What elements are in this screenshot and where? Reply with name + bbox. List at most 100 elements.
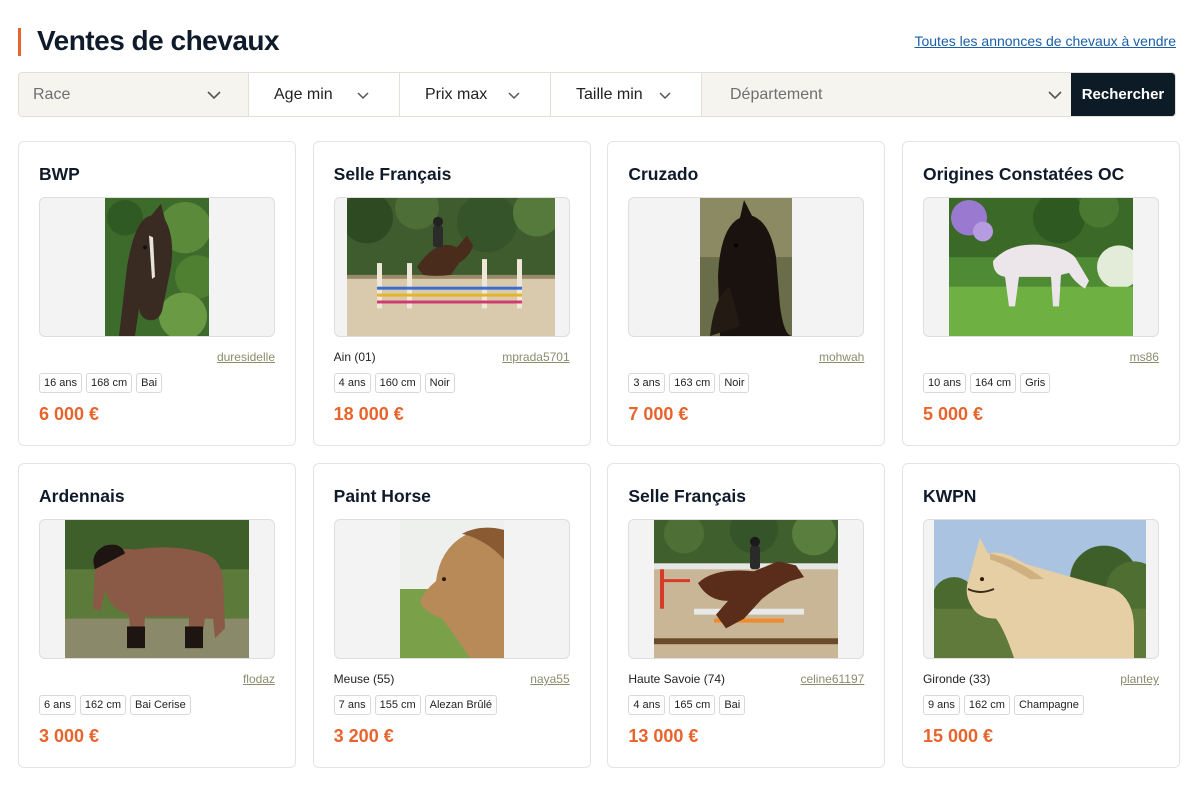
listing-breed: Cruzado bbox=[628, 164, 699, 184]
listing-tags: 3 ans 163 cm Noir bbox=[628, 373, 750, 393]
listing-price: 3 200 € bbox=[333, 726, 394, 746]
age-tag: 9 ans bbox=[922, 695, 960, 715]
prix-max-label: Prix max bbox=[425, 85, 488, 103]
race-select-label: Race bbox=[33, 85, 71, 103]
listing-seller-link[interactable]: plantey bbox=[1120, 672, 1159, 686]
age-min-label: Age min bbox=[274, 85, 333, 103]
listing-breed: Origines Constatées OC bbox=[922, 164, 1125, 184]
listing-photo-frame[interactable] bbox=[628, 197, 865, 337]
horse-photo bbox=[933, 520, 1146, 658]
horse-photo bbox=[399, 520, 504, 658]
height-tag: 165 cm bbox=[669, 695, 716, 715]
listing-price: 6 000 € bbox=[39, 404, 100, 424]
listing-seller-link[interactable]: mohwah bbox=[819, 350, 864, 364]
listing-price: 3 000 € bbox=[39, 726, 100, 746]
coat-tag: Noir bbox=[719, 373, 750, 393]
listing-price: 7 000 € bbox=[628, 404, 689, 424]
age-tag: 3 ans bbox=[628, 373, 666, 393]
horse-photo bbox=[948, 198, 1133, 336]
listing-card[interactable]: Selle Français Haute Savoie (74) celine6… bbox=[607, 463, 886, 768]
height-tag: 162 cm bbox=[963, 695, 1010, 715]
listing-price: 15 000 € bbox=[922, 726, 994, 746]
listing-breed: Ardennais bbox=[39, 486, 125, 506]
departement-label: Département bbox=[730, 85, 823, 103]
coat-tag: Noir bbox=[424, 373, 455, 393]
height-tag: 162 cm bbox=[79, 695, 126, 715]
listing-location: Haute Savoie (74) bbox=[628, 672, 726, 686]
taille-min-select[interactable]: Taille min bbox=[551, 73, 702, 116]
height-tag: 168 cm bbox=[86, 373, 133, 393]
chevron-down-icon bbox=[357, 92, 369, 100]
listing-breed: Paint Horse bbox=[333, 486, 431, 506]
listing-seller-link[interactable]: naya55 bbox=[530, 672, 569, 686]
listing-tags: 4 ans 165 cm Bai bbox=[628, 695, 746, 715]
chevron-down-icon bbox=[508, 92, 520, 100]
age-tag: 4 ans bbox=[333, 373, 371, 393]
listing-seller-link[interactable]: mprada5701 bbox=[502, 350, 569, 364]
age-tag: 16 ans bbox=[39, 373, 83, 393]
coat-tag: Alezan Brûlé bbox=[424, 695, 498, 715]
listing-photo-frame[interactable] bbox=[922, 197, 1159, 337]
horse-photo bbox=[105, 198, 209, 336]
listing-breed: Selle Français bbox=[333, 164, 452, 184]
listing-card[interactable]: KWPN Gironde (33) plantey 9 ans 162 cm C… bbox=[901, 463, 1180, 768]
title-accent-bar bbox=[18, 28, 21, 56]
listing-price: 5 000 € bbox=[922, 404, 984, 424]
coat-tag: Bai bbox=[136, 373, 163, 393]
listing-card[interactable]: Cruzado mohwah 3 ans 163 cm Noir 7 000 € bbox=[607, 141, 886, 446]
listing-location: Meuse (55) bbox=[333, 672, 395, 686]
taille-min-label: Taille min bbox=[576, 85, 643, 103]
listings-grid: BWP duresidelle 16 ans 168 cm Bai 6 000 … bbox=[18, 141, 1180, 768]
horse-photo bbox=[346, 198, 555, 336]
horse-photo bbox=[700, 198, 793, 336]
chevron-down-icon bbox=[1048, 91, 1062, 100]
chevron-down-icon bbox=[659, 92, 671, 100]
listing-seller-link[interactable]: duresidelle bbox=[217, 350, 275, 364]
coat-tag: Bai Cerise bbox=[130, 695, 191, 715]
listing-tags: 4 ans 160 cm Noir bbox=[333, 373, 455, 393]
listing-photo-frame[interactable] bbox=[333, 519, 570, 659]
listing-tags: 9 ans 162 cm Champagne bbox=[922, 695, 1084, 715]
height-tag: 160 cm bbox=[374, 373, 421, 393]
listing-card[interactable]: Selle Français Ain (01) mprada5701 4 ans… bbox=[312, 141, 591, 446]
listing-tags: 10 ans 164 cm Gris bbox=[922, 373, 1051, 393]
horse-photo bbox=[654, 520, 839, 658]
race-select[interactable]: Race bbox=[19, 73, 249, 116]
listing-card[interactable]: Ardennais flodaz 6 ans 162 cm Bai Cerise… bbox=[18, 463, 296, 768]
prix-max-select[interactable]: Prix max bbox=[400, 73, 551, 116]
listing-card[interactable]: Origines Constatées OC ms86 10 ans 164 c… bbox=[901, 141, 1180, 446]
listing-seller-link[interactable]: flodaz bbox=[243, 672, 275, 686]
listing-photo-frame[interactable] bbox=[628, 519, 865, 659]
listing-tags: 16 ans 168 cm Bai bbox=[39, 373, 163, 393]
listing-price: 13 000 € bbox=[628, 726, 699, 746]
listing-breed: Selle Français bbox=[628, 486, 747, 506]
departement-select[interactable]: Département bbox=[702, 73, 1071, 116]
age-tag: 7 ans bbox=[333, 695, 371, 715]
height-tag: 163 cm bbox=[669, 373, 716, 393]
listing-seller-link[interactable]: celine61197 bbox=[800, 672, 864, 686]
listing-photo-frame[interactable] bbox=[39, 519, 275, 659]
listing-card[interactable]: Paint Horse Meuse (55) naya55 7 ans 155 … bbox=[312, 463, 591, 768]
listing-card[interactable]: BWP duresidelle 16 ans 168 cm Bai 6 000 … bbox=[18, 141, 296, 446]
all-listings-link[interactable]: Toutes les annonces de chevaux à vendre bbox=[914, 33, 1176, 49]
listing-price: 18 000 € bbox=[333, 404, 404, 424]
listing-photo-frame[interactable] bbox=[333, 197, 570, 337]
listing-tags: 6 ans 162 cm Bai Cerise bbox=[39, 695, 191, 715]
coat-tag: Gris bbox=[1020, 373, 1051, 393]
height-tag: 155 cm bbox=[374, 695, 421, 715]
listing-breed: BWP bbox=[39, 164, 80, 184]
page-header: Ventes de chevaux Toutes les annonces de… bbox=[18, 24, 1176, 58]
age-min-select[interactable]: Age min bbox=[249, 73, 400, 116]
coat-tag: Champagne bbox=[1013, 695, 1084, 715]
search-button[interactable]: Rechercher bbox=[1071, 73, 1175, 116]
age-tag: 10 ans bbox=[922, 373, 966, 393]
age-tag: 4 ans bbox=[628, 695, 666, 715]
listing-photo-frame[interactable] bbox=[39, 197, 275, 337]
listing-seller-link[interactable]: ms86 bbox=[1130, 350, 1159, 364]
listing-photo-frame[interactable] bbox=[922, 519, 1159, 659]
search-filters: Race Age min Prix max Taille min Départe… bbox=[18, 72, 1176, 117]
coat-tag: Bai bbox=[719, 695, 746, 715]
listing-location: Gironde (33) bbox=[922, 672, 991, 686]
height-tag: 164 cm bbox=[970, 373, 1017, 393]
listing-location: Ain (01) bbox=[333, 350, 376, 364]
